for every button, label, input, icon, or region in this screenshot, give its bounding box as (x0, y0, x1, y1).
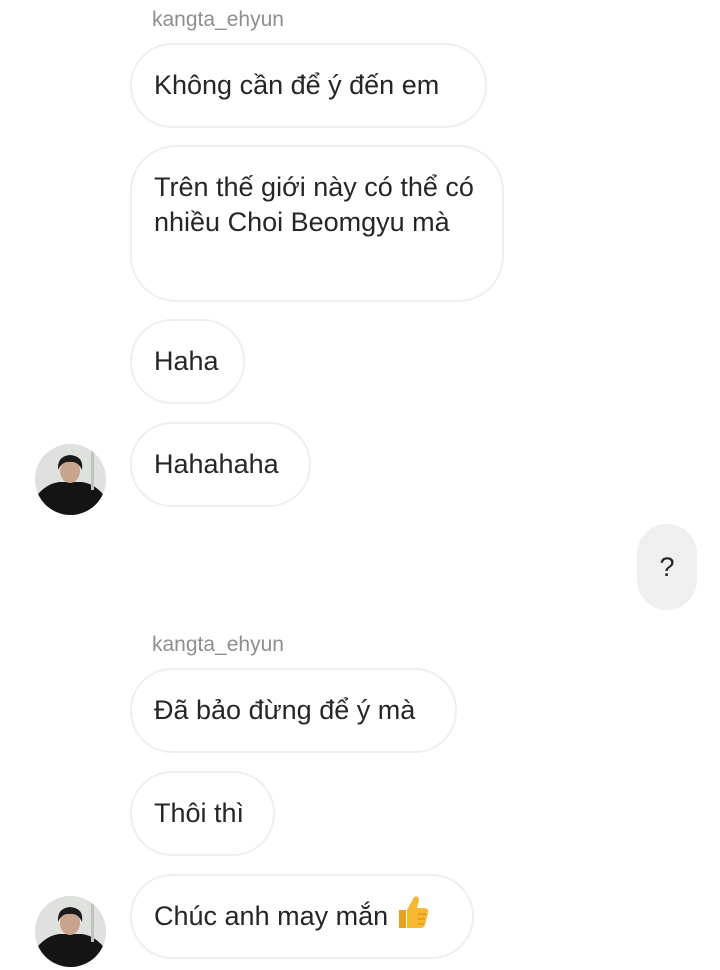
message-bubble[interactable]: Chúc anh may mắn (130, 874, 474, 959)
message-text: ? (659, 551, 675, 582)
message-text: Trên thế giới này có thể có nhiều Choi B… (154, 172, 474, 237)
message-text: Không cần để ý đến em (154, 70, 440, 100)
message-bubble[interactable]: Thôi thì (130, 771, 275, 856)
thumbs-up-emoji-icon (396, 894, 430, 939)
sender-username[interactable]: kangta_ehyun (152, 8, 284, 32)
message-bubble[interactable]: Không cần để ý đến em (130, 43, 487, 128)
sender-username[interactable]: kangta_ehyun (152, 633, 284, 657)
message-text: Chúc anh may mắn (154, 901, 389, 931)
message-bubble[interactable]: Hahahaha (130, 422, 311, 507)
message-bubble[interactable]: Đã bảo đừng để ý mà (130, 668, 457, 753)
sender-avatar[interactable] (35, 896, 106, 967)
sender-avatar[interactable] (35, 444, 106, 515)
message-bubble[interactable]: Trên thế giới này có thể có nhiều Choi B… (130, 145, 504, 302)
message-text: Thôi thì (154, 798, 245, 828)
message-text: Haha (154, 346, 219, 376)
message-text: Đã bảo đừng để ý mà (154, 695, 416, 725)
message-text: Hahahaha (154, 449, 279, 479)
sent-message-bubble[interactable]: ? (637, 524, 697, 610)
message-bubble[interactable]: Haha (130, 319, 245, 404)
